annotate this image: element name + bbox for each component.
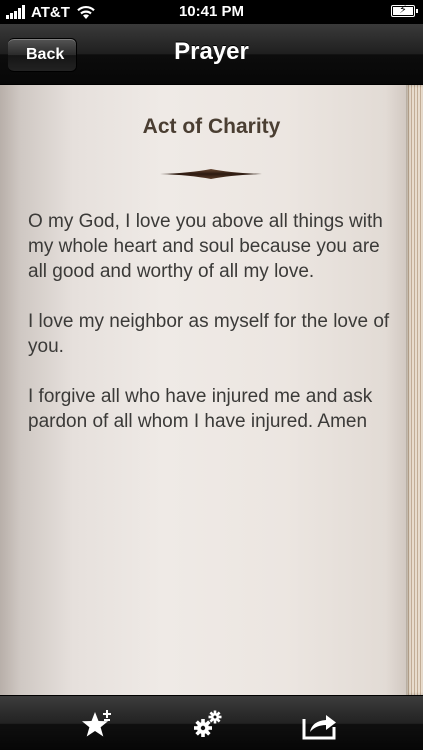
add-favorite-button[interactable] bbox=[78, 704, 118, 744]
prayer-paragraph: I forgive all who have injured me and as… bbox=[28, 386, 373, 432]
status-bar: AT&T 10:41 PM ⚡ bbox=[0, 0, 423, 24]
status-time: 10:41 PM bbox=[178, 3, 245, 20]
charging-bolt-icon: ⚡ bbox=[399, 4, 407, 16]
gears-icon bbox=[194, 710, 222, 737]
share-icon bbox=[302, 715, 336, 740]
book-view[interactable]: Act of Charity O my God, I love you abov… bbox=[0, 85, 423, 695]
settings-button[interactable] bbox=[188, 704, 228, 744]
bottom-toolbar bbox=[0, 695, 423, 750]
star-add-icon bbox=[82, 710, 111, 737]
share-button[interactable] bbox=[300, 704, 340, 744]
prayer-paragraph: O my God, I love you above all things wi… bbox=[28, 211, 383, 282]
prayer-paragraph: I love my neighbor as myself for the lov… bbox=[28, 311, 390, 357]
prayer-title: Act of Charity bbox=[142, 115, 281, 138]
screen: AT&T 10:41 PM ⚡ Back Prayer Act of Chari… bbox=[0, 0, 423, 750]
page-edges bbox=[406, 85, 423, 695]
prayer-text: O my God, I love you above all things wi… bbox=[28, 209, 393, 459]
battery-icon: ⚡ bbox=[391, 4, 418, 17]
navigation-bar: Back Prayer bbox=[0, 24, 423, 85]
page-title: Prayer bbox=[174, 38, 249, 65]
divider-ornament-icon bbox=[160, 169, 262, 179]
